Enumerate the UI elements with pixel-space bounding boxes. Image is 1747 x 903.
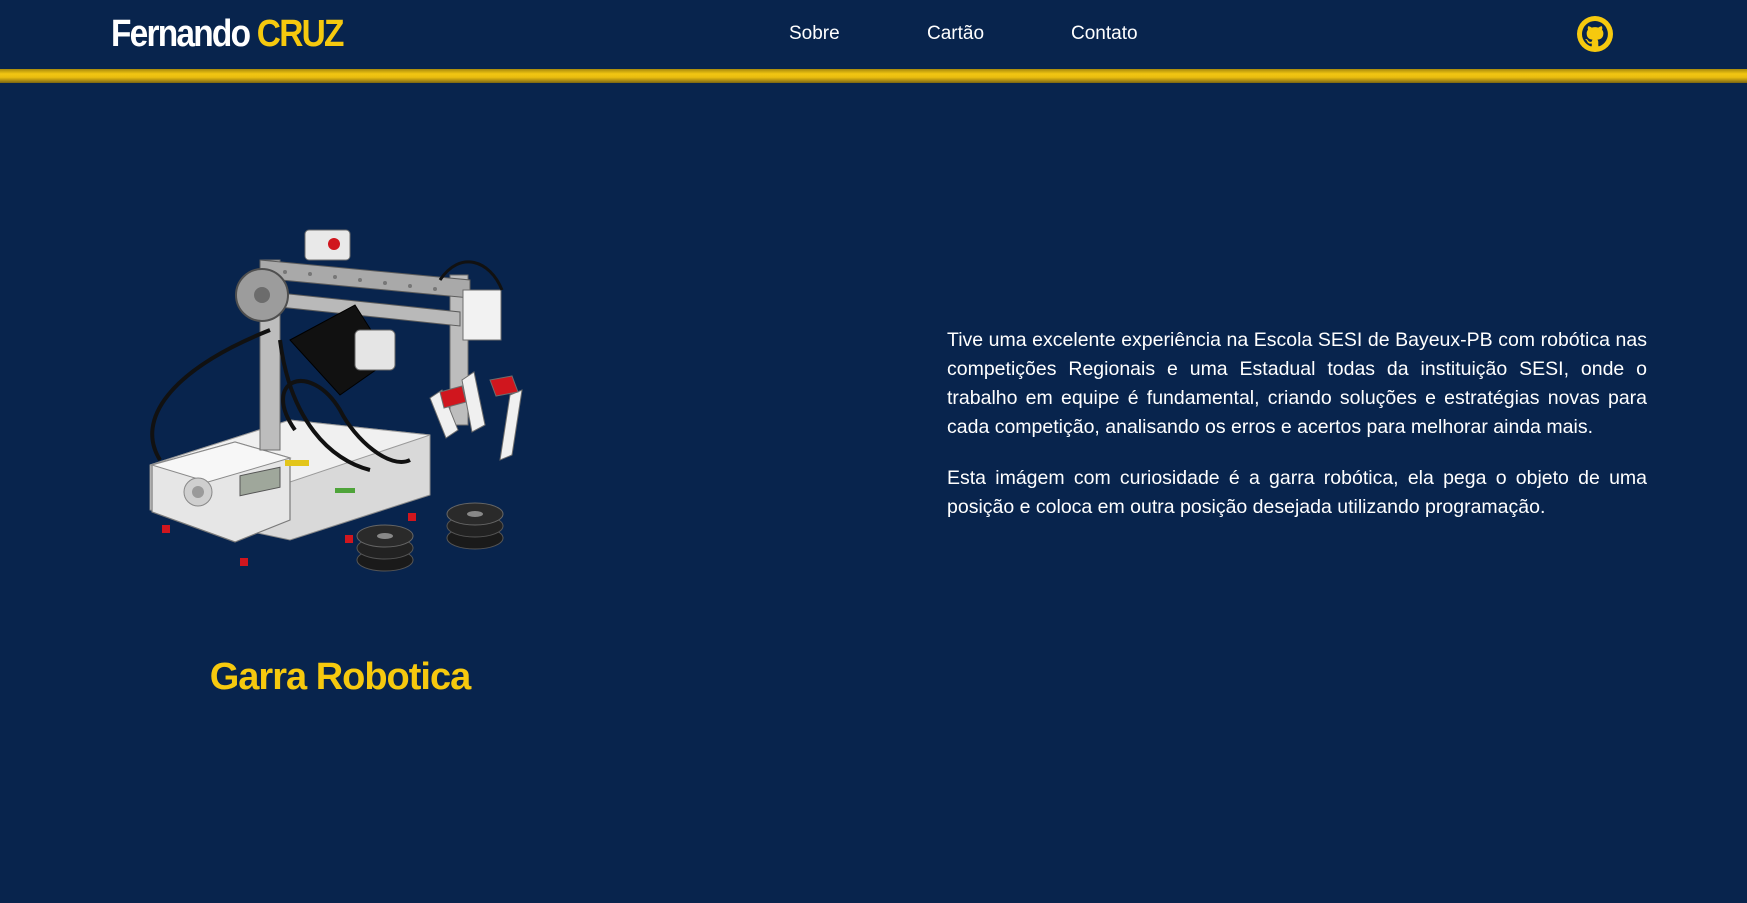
image-caption: Garra Robotica [209, 656, 472, 698]
nav-link-sobre[interactable]: Sobre [789, 22, 840, 46]
github-icon[interactable] [1577, 16, 1613, 52]
header-accent-bar [0, 69, 1747, 83]
paragraph-claw: Esta imágem com curiosidade é a garra ro… [947, 467, 1647, 518]
nav-link-cartao[interactable]: Cartão [927, 22, 984, 46]
wheel-stack-1 [356, 524, 414, 572]
wheel-stack-2 [446, 502, 504, 550]
brand-first-name: Fernando [111, 13, 251, 55]
paragraph-experience: Tive uma excelente experiência na Escola… [947, 329, 1647, 438]
brand-logo[interactable]: Fernando CRUZ [111, 12, 345, 56]
page: Fernando CRUZ Sobre Cartão Contato Garra… [0, 0, 1747, 903]
robotic-claw-image [149, 229, 523, 572]
site-header: Fernando CRUZ Sobre Cartão Contato [0, 0, 1747, 69]
brand-last-name: CRUZ [256, 13, 345, 55]
nav-link-contato[interactable]: Contato [1071, 22, 1138, 46]
about-text: Tive uma excelente experiência na Escola… [947, 326, 1647, 544]
